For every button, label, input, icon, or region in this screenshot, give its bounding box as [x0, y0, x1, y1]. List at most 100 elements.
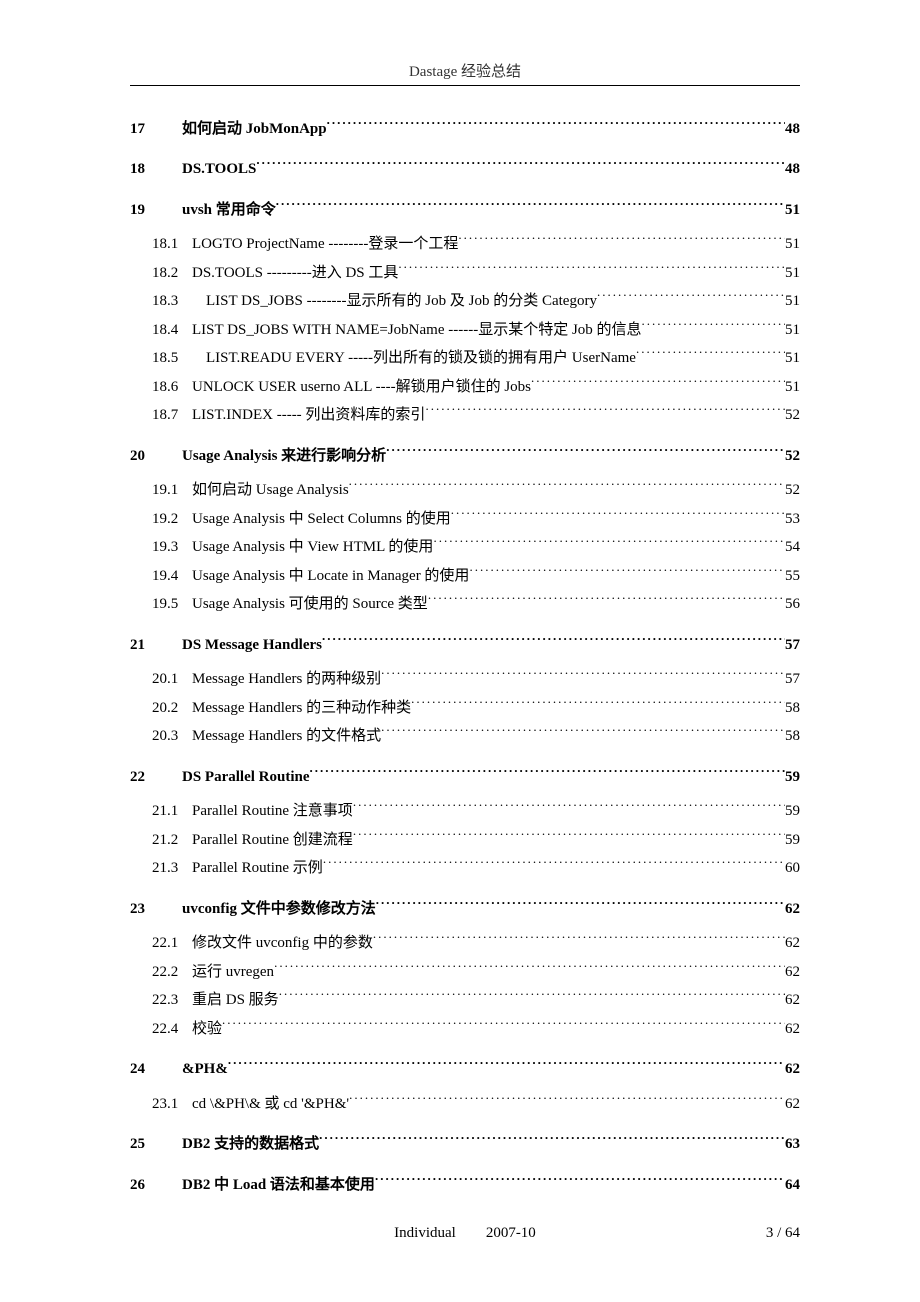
toc-section-entry[interactable]: 22.1修改文件 uvconfig 中的参数62 [130, 931, 800, 956]
toc-section-entry[interactable]: 19.3Usage Analysis 中 View HTML 的使用54 [130, 535, 800, 560]
toc-section-entry[interactable]: 19.2Usage Analysis 中 Select Columns 的使用5… [130, 506, 800, 531]
toc-leader-dots [433, 535, 785, 552]
toc-chapter-entry[interactable]: 25DB2 支持的数据格式 63 [130, 1132, 800, 1157]
toc-entry-page: 51 [785, 232, 800, 256]
toc-entry-title: DB2 支持的数据格式 [182, 1132, 319, 1156]
toc-entry-number: 18.3 [152, 289, 192, 313]
toc-section-entry[interactable]: 20.2Message Handlers 的三种动作种类58 [130, 695, 800, 720]
toc-entry-number: 19.4 [152, 564, 192, 588]
toc-entry-number: 18.7 [152, 403, 192, 427]
toc-entry-page: 51 [785, 261, 800, 285]
toc-entry-page: 53 [785, 507, 800, 531]
toc-section-entry[interactable]: 18.5LIST.READU EVERY -----列出所有的锁及锁的拥有用户 … [130, 346, 800, 371]
toc-entry-page: 56 [785, 592, 800, 616]
toc-entry-title: Usage Analysis 中 Locate in Manager 的使用 [192, 564, 469, 588]
toc-section-entry[interactable]: 18.1LOGTO ProjectName --------登录一个工程51 [130, 232, 800, 257]
toc-entry-number: 19.5 [152, 592, 192, 616]
toc-section-entry[interactable]: 18.4LIST DS_JOBS WITH NAME=JobName -----… [130, 317, 800, 342]
toc-section-entry[interactable]: 19.4Usage Analysis 中 Locate in Manager 的… [130, 563, 800, 588]
toc-entry-title: Parallel Routine 示例 [192, 856, 323, 880]
toc-entry-title: DS.TOOLS [182, 157, 256, 181]
toc-leader-dots [353, 827, 785, 844]
toc-section-entry[interactable]: 22.2运行 uvregen62 [130, 959, 800, 984]
toc-entry-page: 51 [785, 289, 800, 313]
toc-entry-number: 26 [130, 1173, 182, 1197]
toc-entry-title: uvconfig 文件中参数修改方法 [182, 897, 376, 921]
footer-center: Individual 2007-10 [353, 1225, 576, 1242]
toc-entry-title: UNLOCK USER userno ALL ----解锁用户锁住的 Jobs [192, 375, 531, 399]
toc-leader-dots [376, 896, 785, 913]
toc-entry-title: Message Handlers 的三种动作种类 [192, 696, 411, 720]
toc-entry-number: 19.1 [152, 478, 192, 502]
toc-entry-number: 18.2 [152, 261, 192, 285]
toc-chapter-entry[interactable]: 19uvsh 常用命令51 [130, 197, 800, 222]
toc-chapter-entry[interactable]: 22DS Parallel Routine59 [130, 764, 800, 789]
toc-section-entry[interactable]: 18.7LIST.INDEX ----- 列出资料库的索引52 [130, 403, 800, 428]
toc-entry-page: 62 [785, 1092, 800, 1116]
toc-section-entry[interactable]: 22.4校验62 [130, 1016, 800, 1041]
toc-section-entry[interactable]: 21.3Parallel Routine 示例60 [130, 856, 800, 881]
toc-chapter-entry[interactable]: 26DB2 中 Load 语法和基本使用64 [130, 1172, 800, 1197]
toc-entry-number: 17 [130, 117, 182, 141]
toc-leader-dots [386, 443, 785, 460]
toc-entry-number: 22.2 [152, 960, 192, 984]
toc-leader-dots [597, 289, 785, 306]
toc-leader-dots [228, 1057, 785, 1074]
toc-section-entry[interactable]: 22.3重启 DS 服务62 [130, 988, 800, 1013]
toc-entry-page: 63 [785, 1132, 800, 1156]
toc-entry-title: DS Message Handlers [182, 633, 322, 657]
toc-entry-number: 25 [130, 1132, 182, 1156]
toc-entry-page: 59 [785, 828, 800, 852]
toc-section-entry[interactable]: 19.1如何启动 Usage Analysis52 [130, 478, 800, 503]
toc-chapter-entry[interactable]: 23uvconfig 文件中参数修改方法62 [130, 896, 800, 921]
toc-leader-dots [222, 1016, 785, 1033]
toc-entry-number: 21 [130, 633, 182, 657]
toc-section-entry[interactable]: 23.1cd \&PH\& 或 cd '&PH&'62 [130, 1091, 800, 1116]
toc-chapter-entry[interactable]: 18DS.TOOLS 48 [130, 157, 800, 182]
toc-entry-number: 18 [130, 157, 182, 181]
toc-entry-page: 62 [785, 1017, 800, 1041]
toc-section-entry[interactable]: 19.5Usage Analysis 可使用的 Source 类型56 [130, 592, 800, 617]
toc-leader-dots [381, 667, 785, 684]
toc-section-entry[interactable]: 21.2Parallel Routine 创建流程59 [130, 827, 800, 852]
toc-chapter-entry[interactable]: 20Usage Analysis 来进行影响分析52 [130, 443, 800, 468]
toc-leader-dots [322, 632, 785, 649]
toc-leader-dots [451, 506, 785, 523]
toc-section-entry[interactable]: 21.1Parallel Routine 注意事项59 [130, 799, 800, 824]
page-header: Dastage 经验总结 [130, 60, 800, 85]
toc-section-entry[interactable]: 18.6UNLOCK USER userno ALL ----解锁用户锁住的 J… [130, 374, 800, 399]
toc-entry-title: Usage Analysis 中 Select Columns 的使用 [192, 507, 451, 531]
toc-entry-page: 59 [785, 799, 800, 823]
toc-section-entry[interactable]: 18.2DS.TOOLS ---------进入 DS 工具 51 [130, 260, 800, 285]
toc-section-entry[interactable]: 18.3LIST DS_JOBS --------显示所有的 Job 及 Job… [130, 289, 800, 314]
toc-entry-number: 18.4 [152, 318, 192, 342]
toc-leader-dots [458, 232, 785, 249]
toc-entry-title: Message Handlers 的两种级别 [192, 667, 381, 691]
toc-leader-dots [349, 1091, 785, 1108]
toc-leader-dots [327, 116, 785, 133]
toc-chapter-entry[interactable]: 24&PH&62 [130, 1057, 800, 1082]
toc-entry-title: DS.TOOLS ---------进入 DS 工具 [192, 261, 398, 285]
header-rule [130, 85, 800, 86]
toc-leader-dots [375, 1172, 785, 1189]
toc-leader-dots [425, 403, 785, 420]
toc-entry-page: 51 [785, 198, 800, 222]
toc-section-entry[interactable]: 20.1Message Handlers 的两种级别57 [130, 667, 800, 692]
toc-leader-dots [323, 856, 785, 873]
toc-entry-page: 62 [785, 931, 800, 955]
toc-entry-title: LIST DS_JOBS WITH NAME=JobName ------显示某… [192, 318, 642, 342]
toc-entry-page: 48 [785, 157, 800, 181]
toc-entry-page: 52 [785, 478, 800, 502]
footer-date: 2007-10 [486, 1225, 536, 1241]
toc-leader-dots [279, 988, 785, 1005]
toc-entry-page: 51 [785, 375, 800, 399]
toc-entry-page: 54 [785, 535, 800, 559]
toc-chapter-entry[interactable]: 21DS Message Handlers57 [130, 632, 800, 657]
toc-entry-title: DB2 中 Load 语法和基本使用 [182, 1173, 375, 1197]
toc-leader-dots [373, 931, 785, 948]
toc-entry-title: LIST.INDEX ----- 列出资料库的索引 [192, 403, 425, 427]
toc-chapter-entry[interactable]: 17如何启动 JobMonApp48 [130, 116, 800, 141]
toc-entry-title: uvsh 常用命令 [182, 198, 276, 222]
toc-entry-number: 19.3 [152, 535, 192, 559]
toc-section-entry[interactable]: 20.3Message Handlers 的文件格式58 [130, 724, 800, 749]
